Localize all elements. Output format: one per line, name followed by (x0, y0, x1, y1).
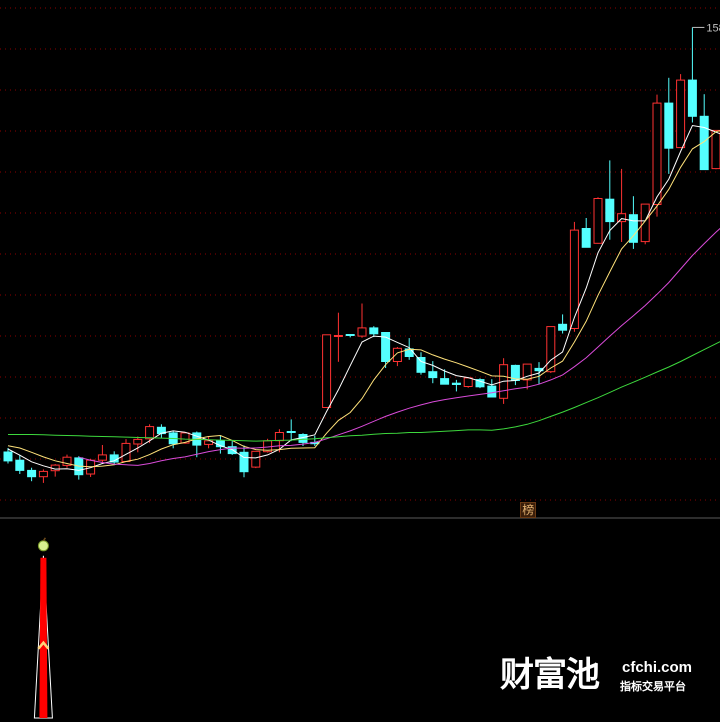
candle-body (440, 378, 450, 385)
candle-body (357, 327, 367, 337)
candle-body (487, 385, 497, 398)
candle-body (676, 79, 686, 149)
candle-body (652, 102, 662, 205)
candlestick-chart: 158.10 (0, 7, 720, 719)
candle-body (369, 327, 379, 335)
candle-body (15, 459, 25, 471)
candle-body (27, 469, 37, 478)
candle-body (546, 326, 556, 373)
max-price-label: 158.10 (706, 22, 720, 34)
candle-body (322, 334, 332, 408)
signal-bar (39, 557, 48, 718)
candle-body (617, 213, 627, 223)
moving-average-line (8, 341, 720, 442)
candle-body (664, 102, 674, 149)
candle-body (558, 323, 568, 331)
watermark-url: cfchi.com (622, 659, 693, 676)
candle-body (593, 198, 603, 244)
watermark-tagline: 指标交易平台 (620, 680, 686, 693)
moving-average-line (7, 130, 720, 468)
candle-body (428, 371, 438, 379)
candle-body (3, 451, 13, 462)
candle-body (345, 334, 355, 336)
candle-body (38, 470, 48, 478)
apple-icon-stem (42, 537, 47, 542)
candle-body (605, 198, 615, 223)
candle-body (145, 426, 155, 440)
candle-body (451, 382, 461, 386)
candle-body (274, 432, 284, 442)
candle-body (392, 347, 402, 362)
candle-body (463, 377, 473, 387)
apple-icon (37, 540, 49, 552)
watermark-logo-text: 财富池 (500, 655, 600, 695)
candle-body (416, 357, 426, 373)
candle-body (251, 450, 261, 468)
candle-body (333, 335, 343, 337)
candle-body (711, 129, 720, 170)
moving-average-line (7, 124, 720, 471)
candle-body (581, 228, 591, 248)
candle-body (687, 79, 697, 117)
candle-body (133, 438, 143, 445)
candle-body (97, 454, 107, 461)
candle-body (640, 203, 650, 243)
watermark: 财富池 cfchi.com 指标交易平台 (500, 654, 712, 698)
candle-body (569, 229, 579, 330)
marker-label: 榜 (520, 502, 537, 518)
chart-stage: 158.10 榜 跌 财富池 cfchi.com 指标交易平台 (0, 0, 720, 722)
candle-body (286, 431, 296, 433)
